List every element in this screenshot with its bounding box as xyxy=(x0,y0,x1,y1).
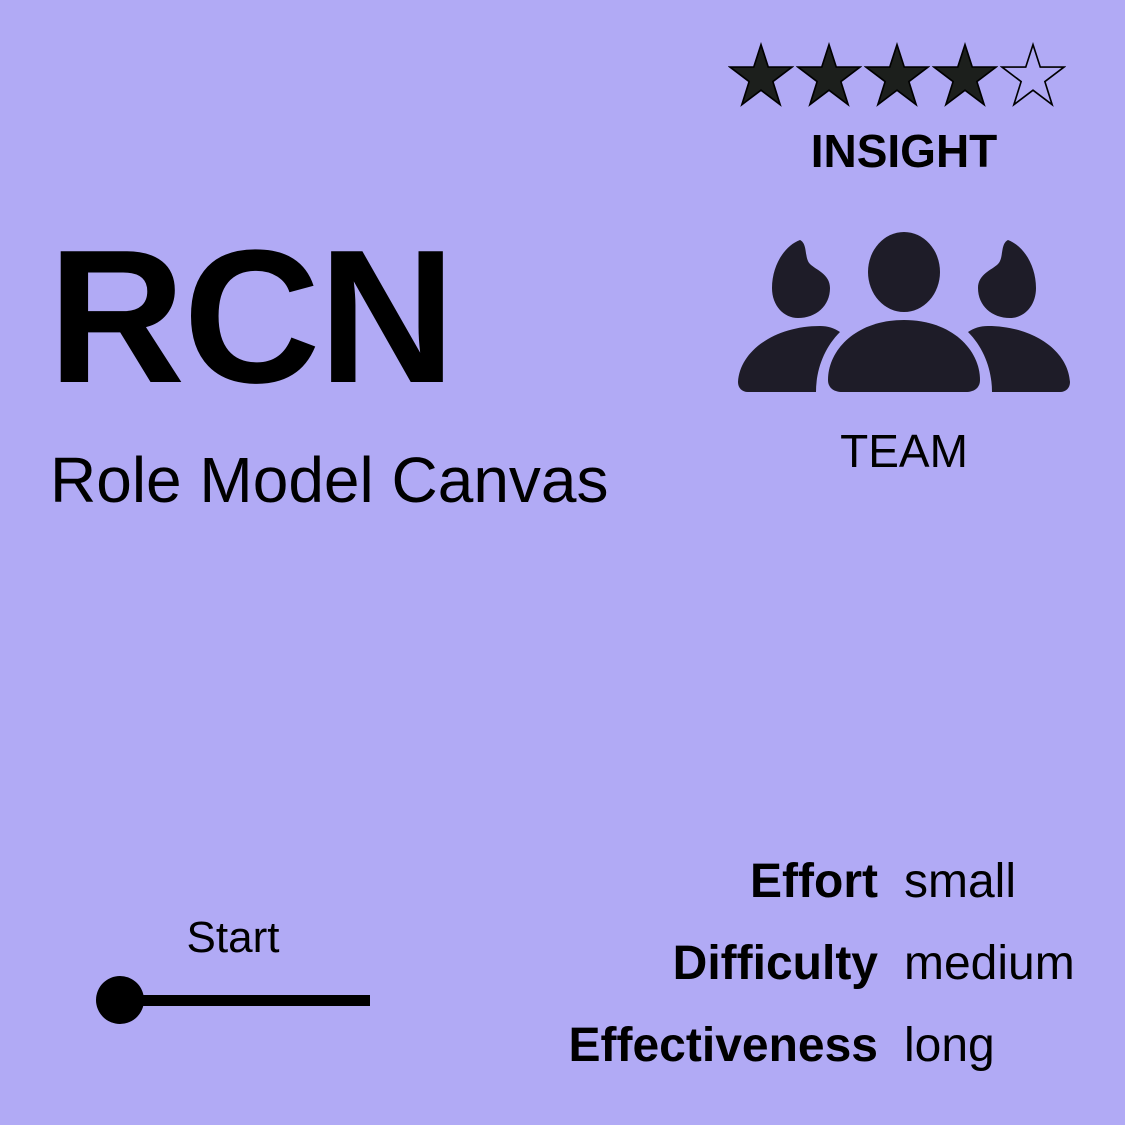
metric-name: Difficulty xyxy=(672,937,878,990)
card-acronym: RCN xyxy=(48,211,456,423)
star-icon xyxy=(796,42,862,107)
team-label: TEAM xyxy=(840,425,968,477)
metric-name: Effectiveness xyxy=(568,1019,879,1072)
metric-row-difficulty: Difficulty medium xyxy=(500,940,1100,1022)
metric-row-effectiveness: Effectiveness long xyxy=(500,1022,1100,1104)
metrics-table: Effort small Difficulty medium Effective… xyxy=(500,858,1100,1104)
metric-row-effort: Effort small xyxy=(500,858,1100,940)
timeline: Start xyxy=(92,908,382,1028)
star-icon xyxy=(1000,42,1066,107)
team-icon xyxy=(738,232,1070,392)
method-card: RCN Role Model Canvas INSIGHT TEAM Start… xyxy=(0,0,1125,1125)
card-title: Role Model Canvas xyxy=(50,444,609,516)
metric-value: small xyxy=(904,855,1017,908)
metric-name: Effort xyxy=(750,855,878,908)
star-rating xyxy=(728,42,1078,108)
timeline-label: Start xyxy=(186,913,280,962)
star-icon xyxy=(728,42,794,107)
timeline-track xyxy=(132,995,370,1006)
metric-value: medium xyxy=(904,937,1075,990)
star-icon xyxy=(932,42,998,107)
metric-value: long xyxy=(904,1019,995,1072)
category-label: INSIGHT xyxy=(810,125,998,177)
star-icon xyxy=(864,42,930,107)
